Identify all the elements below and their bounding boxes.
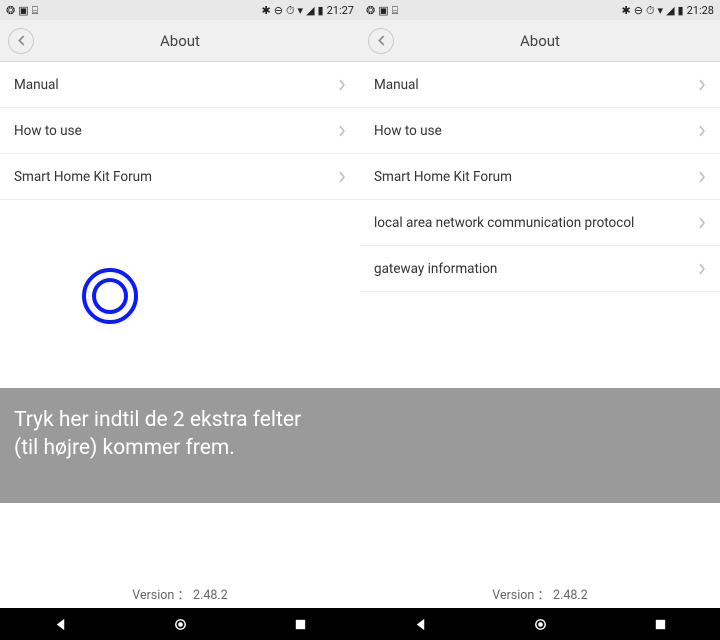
chevron-right-icon xyxy=(338,171,346,183)
alarm-icon: ⏱ xyxy=(646,5,655,16)
instruction-caption: Tryk her indtil de 2 ekstra felter (til … xyxy=(0,388,720,503)
chevron-right-icon xyxy=(698,217,706,229)
header: About xyxy=(360,20,720,62)
status-time: 21:28 xyxy=(687,5,714,16)
screen-right: ❂ ▣ ⌸ ✱ ⊖ ⏱ ▾ ◢ ▮ 21:28 About Manual xyxy=(360,0,720,640)
row-label: How to use xyxy=(14,123,82,139)
android-navbar xyxy=(0,608,360,640)
chevron-right-icon xyxy=(698,79,706,91)
chevron-right-icon xyxy=(698,125,706,137)
alarm-icon: ⏱ xyxy=(286,5,295,16)
row-label: Manual xyxy=(14,77,59,93)
page-title: About xyxy=(360,32,720,50)
row-label: gateway information xyxy=(374,261,497,277)
bluetooth-icon: ✱ xyxy=(622,5,631,16)
status-screen-icon: ⌸ xyxy=(392,5,399,16)
status-bar: ❂ ▣ ⌸ ✱ ⊖ ⏱ ▾ ◢ ▮ 21:28 xyxy=(360,0,720,20)
battery-icon: ▮ xyxy=(318,5,324,16)
nav-back-icon[interactable] xyxy=(413,617,428,632)
chevron-right-icon xyxy=(698,263,706,275)
back-button[interactable] xyxy=(8,28,34,54)
row-howtouse[interactable]: How to use xyxy=(360,108,720,154)
caption-line: (til højre) kommer frem. xyxy=(14,436,235,460)
row-manual[interactable]: Manual xyxy=(0,62,360,108)
chevron-right-icon xyxy=(338,79,346,91)
screen-left: ❂ ▣ ⌸ ✱ ⊖ ⏱ ▾ ◢ ▮ 21:27 About Manual xyxy=(0,0,360,640)
row-manual[interactable]: Manual xyxy=(360,62,720,108)
android-navbar xyxy=(360,608,720,640)
row-forum[interactable]: Smart Home Kit Forum xyxy=(0,154,360,200)
nav-recent-icon[interactable] xyxy=(653,617,668,632)
row-label: How to use xyxy=(374,123,442,139)
signal-icon: ◢ xyxy=(666,5,674,16)
row-label: Manual xyxy=(374,77,419,93)
version-label: Version ： 2.48.2 xyxy=(360,584,720,603)
status-image-icon: ▣ xyxy=(378,5,388,16)
nav-back-icon[interactable] xyxy=(53,617,68,632)
wifi-icon: ▾ xyxy=(658,5,664,16)
row-gateway-info[interactable]: gateway information xyxy=(360,246,720,292)
signal-icon: ◢ xyxy=(306,5,314,16)
bluetooth-icon: ✱ xyxy=(262,5,271,16)
wifi-icon: ▾ xyxy=(298,5,304,16)
status-screen-icon: ⌸ xyxy=(32,5,39,16)
nav-recent-icon[interactable] xyxy=(293,617,308,632)
status-bar: ❂ ▣ ⌸ ✱ ⊖ ⏱ ▾ ◢ ▮ 21:27 xyxy=(0,0,360,20)
caption-line: Tryk her indtil de 2 ekstra felter xyxy=(14,408,301,432)
row-label: Smart Home Kit Forum xyxy=(14,169,152,185)
menu-list: Manual How to use Smart Home Kit Forum xyxy=(0,62,360,640)
row-label: Smart Home Kit Forum xyxy=(374,169,512,185)
chevron-right-icon xyxy=(698,171,706,183)
battery-icon: ▮ xyxy=(678,5,684,16)
status-globe-icon: ❂ xyxy=(366,5,375,16)
status-globe-icon: ❂ xyxy=(6,5,15,16)
row-howtouse[interactable]: How to use xyxy=(0,108,360,154)
page-title: About xyxy=(0,32,360,50)
row-label: local area network communication protoco… xyxy=(374,215,634,231)
dnd-icon: ⊖ xyxy=(274,5,283,16)
status-time: 21:27 xyxy=(327,5,354,16)
chevron-right-icon xyxy=(338,125,346,137)
status-image-icon: ▣ xyxy=(18,5,28,16)
nav-home-icon[interactable] xyxy=(173,617,188,632)
nav-home-icon[interactable] xyxy=(533,617,548,632)
header: About xyxy=(0,20,360,62)
version-label: Version ： 2.48.2 xyxy=(0,584,360,603)
menu-list: Manual How to use Smart Home Kit Forum l… xyxy=(360,62,720,640)
row-lan-protocol[interactable]: local area network communication protoco… xyxy=(360,200,720,246)
back-button[interactable] xyxy=(368,28,394,54)
dnd-icon: ⊖ xyxy=(634,5,643,16)
row-forum[interactable]: Smart Home Kit Forum xyxy=(360,154,720,200)
